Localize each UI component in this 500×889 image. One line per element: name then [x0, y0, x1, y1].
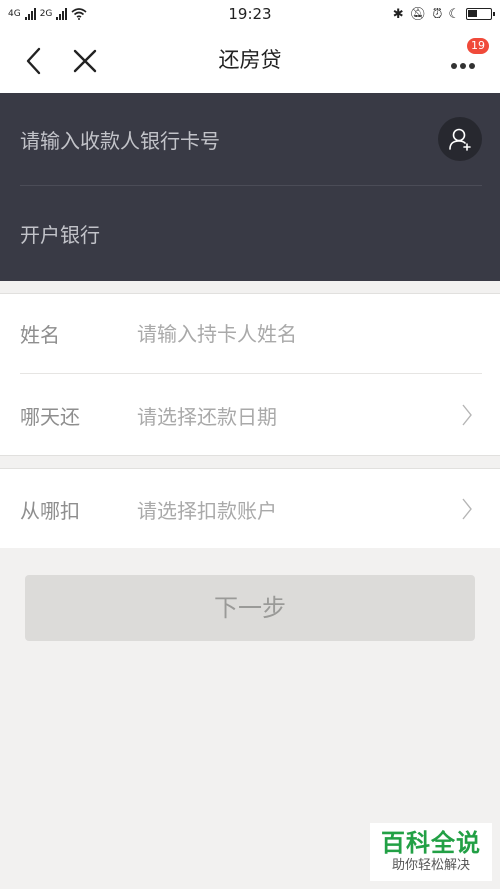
chevron-right-icon — [462, 404, 472, 426]
bluetooth-icon: ✱ — [392, 6, 404, 22]
repay-date-label: 哪天还 — [20, 404, 80, 429]
holder-info-section: 姓名 哪天还 请选择还款日期 — [0, 293, 500, 456]
chevron-right-icon — [462, 498, 472, 520]
bank-field[interactable]: 开户银行 — [20, 187, 482, 280]
name-label: 姓名 — [20, 323, 60, 347]
signal-icon — [24, 8, 36, 20]
notification-badge: 19 — [467, 38, 489, 54]
moon-icon: ☾ — [448, 6, 460, 22]
status-bar: 4G 2G 19:23 ✱ 🔕︎ ⏰︎ ☾ — [0, 0, 500, 28]
silent-bell-icon: 🔕︎ — [409, 6, 427, 22]
bank-label: 开户银行 — [20, 223, 100, 247]
watermark-logo: 百科全说 助你轻松解决 — [370, 823, 492, 881]
card-info-section: 请输入收款人银行卡号 开户银行 — [0, 93, 500, 281]
watermark-main-text: 百科全说 — [381, 829, 481, 857]
repay-date-row[interactable]: 哪天还 请选择还款日期 — [20, 375, 482, 455]
card-number-placeholder: 请输入收款人银行卡号 — [20, 128, 220, 153]
debit-account-value: 请选择扣款账户 — [137, 498, 277, 523]
card-number-field[interactable]: 请输入收款人银行卡号 — [20, 93, 482, 186]
debit-account-row[interactable]: 从哪扣 请选择扣款账户 — [20, 469, 482, 549]
battery-icon — [466, 8, 495, 20]
status-right: ✱ 🔕︎ ⏰︎ ☾ — [392, 6, 495, 22]
repay-date-value: 请选择还款日期 — [137, 404, 277, 429]
back-arrow-icon[interactable] — [18, 44, 52, 78]
name-row: 姓名 — [20, 294, 482, 374]
nav-bar: 还房贷 19 — [0, 28, 500, 93]
name-input[interactable] — [137, 321, 482, 346]
close-icon[interactable] — [68, 44, 102, 78]
next-step-button[interactable]: 下一步 — [25, 575, 475, 641]
wifi-icon — [71, 8, 87, 20]
signal-icon-2 — [56, 8, 68, 20]
contact-add-icon — [449, 128, 471, 151]
network-type-right: 2G — [39, 9, 53, 19]
debit-account-label: 从哪扣 — [20, 498, 80, 523]
status-left: 4G 2G — [8, 8, 87, 20]
network-type-left: 4G — [8, 9, 21, 19]
debit-account-section: 从哪扣 请选择扣款账户 — [0, 468, 500, 548]
alarm-icon: ⏰︎ — [432, 6, 443, 22]
contact-select-button[interactable] — [438, 117, 482, 161]
watermark-sub-text: 助你轻松解决 — [391, 858, 470, 873]
